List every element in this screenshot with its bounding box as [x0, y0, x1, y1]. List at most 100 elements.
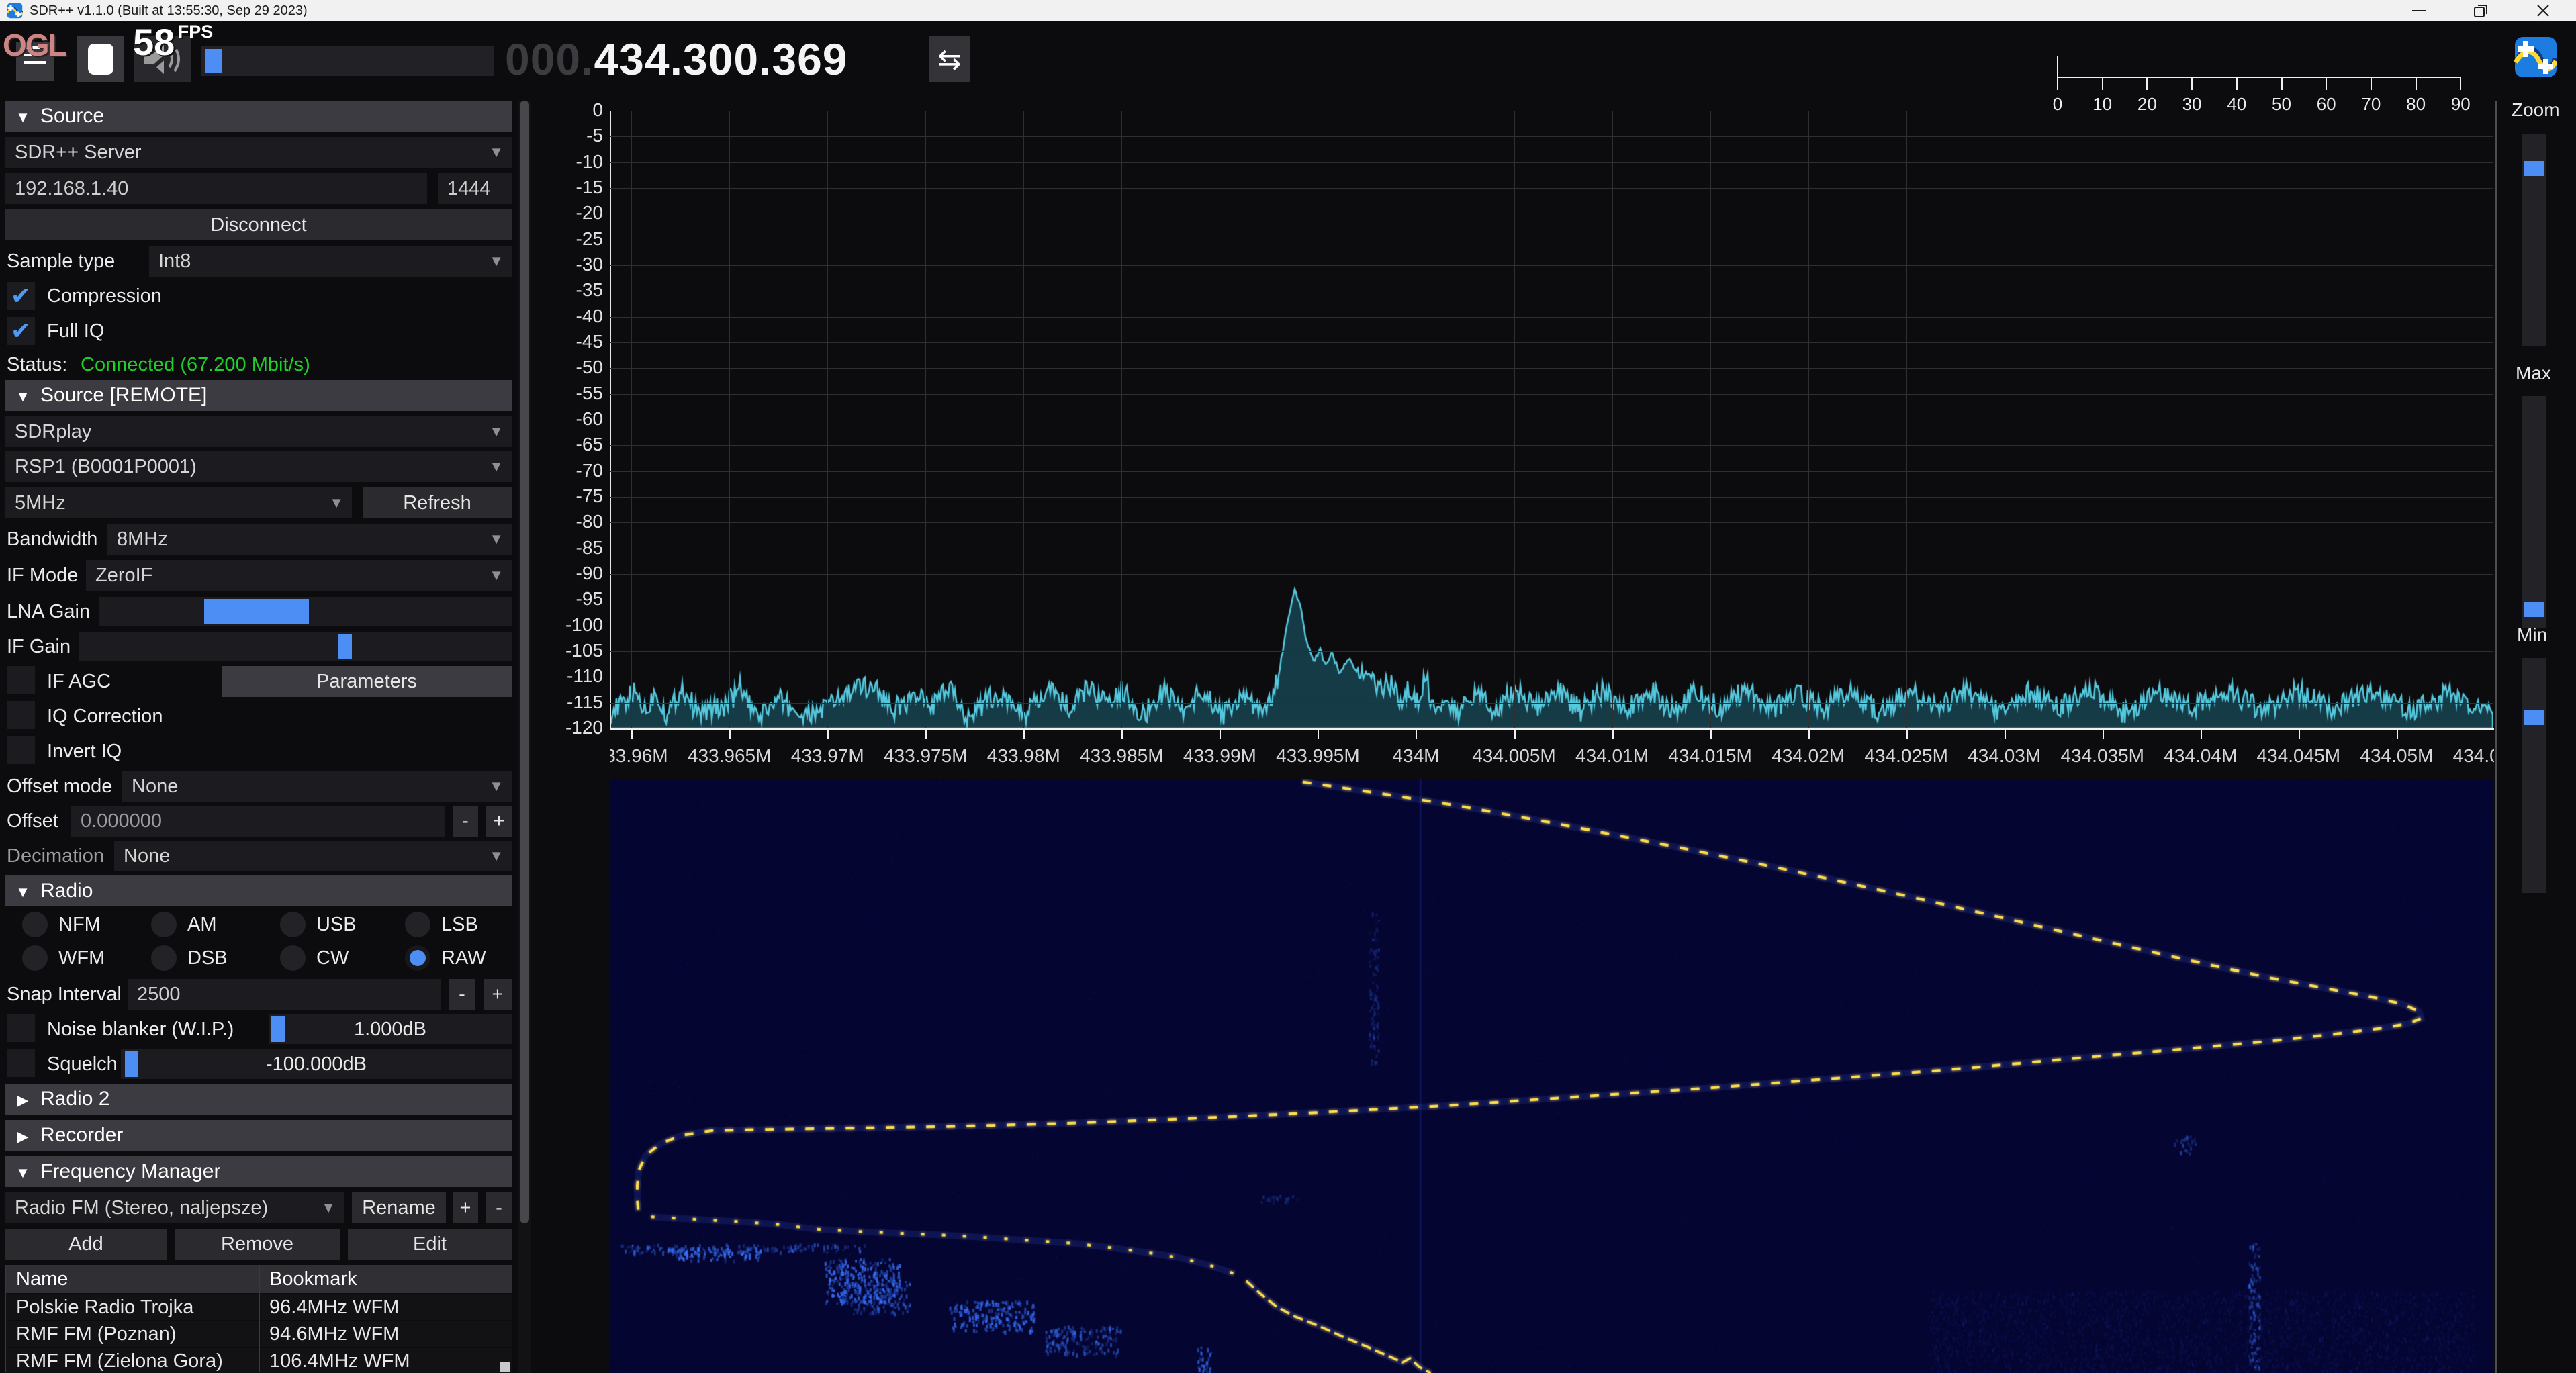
- max-slider-handle[interactable]: [2524, 602, 2544, 617]
- remove-list-button[interactable]: -: [486, 1192, 512, 1223]
- fft-x-tick-label: 434.04M: [2147, 745, 2254, 767]
- sidebar-scrollbar-thumb[interactable]: [520, 101, 529, 1223]
- snr-tick: [2460, 77, 2461, 90]
- sidebar-scrollbar[interactable]: [518, 101, 531, 1373]
- rename-list-button[interactable]: Rename: [352, 1192, 446, 1223]
- panel-header-radio2[interactable]: ▶Radio 2: [5, 1084, 512, 1115]
- squelch-checkbox[interactable]: [7, 1049, 35, 1077]
- host-input[interactable]: 192.168.1.40: [5, 173, 427, 204]
- source-type-dropdown[interactable]: SDR++ Server▼: [5, 137, 512, 168]
- squelch-value: -100.000dB: [121, 1049, 512, 1079]
- collapsed-triangle-icon: ▶: [5, 1085, 40, 1116]
- fft-y-tick-label: -20: [545, 202, 603, 224]
- bookmark-frequency: 106.4MHz WFM: [259, 1348, 522, 1373]
- snap-decrement-button[interactable]: -: [449, 979, 475, 1010]
- column-header[interactable]: Bookmark: [259, 1265, 522, 1293]
- bandwidth-dropdown[interactable]: 8MHz▼: [107, 524, 512, 555]
- panel-header-source-remote[interactable]: ▼Source [REMOTE]: [5, 380, 512, 411]
- decimation-dropdown[interactable]: None▼: [114, 841, 512, 871]
- main-view-divider[interactable]: [2495, 101, 2497, 1373]
- sample-type-dropdown[interactable]: Int8▼: [149, 246, 512, 277]
- zoom-slider[interactable]: [2522, 134, 2546, 346]
- max-slider[interactable]: [2522, 396, 2546, 628]
- offset-input[interactable]: 0.000000: [71, 806, 445, 837]
- status-value: Connected (67.200 Mbit/s): [81, 349, 310, 380]
- squelch-slider[interactable]: -100.000dB: [121, 1049, 512, 1079]
- snr-tick: [2416, 77, 2417, 90]
- fft-gridline-v: [1710, 111, 1711, 728]
- zoom-slider-handle[interactable]: [2524, 161, 2544, 176]
- collapse-triangle-icon: ▼: [5, 877, 40, 908]
- stop-button[interactable]: [77, 36, 124, 82]
- volume-slider[interactable]: [201, 46, 494, 76]
- if-gain-slider-handle[interactable]: [338, 634, 352, 659]
- if-mode-dropdown[interactable]: ZeroIF▼: [86, 560, 512, 591]
- panel-header-recorder[interactable]: ▶Recorder: [5, 1120, 512, 1151]
- fft-gridline-h: [610, 703, 2493, 704]
- fps-value: 58: [133, 21, 175, 63]
- mode-radio-usb[interactable]: [280, 912, 306, 937]
- fft-y-tick-label: -50: [545, 357, 603, 378]
- samplerate-dropdown[interactable]: 5MHz▼: [5, 487, 352, 518]
- disconnect-button[interactable]: Disconnect: [5, 209, 512, 240]
- compression-checkbox[interactable]: ✔: [7, 282, 35, 310]
- refresh-button[interactable]: Refresh: [363, 487, 512, 518]
- noise-blanker-checkbox[interactable]: [7, 1014, 35, 1042]
- snap-interval-input[interactable]: 2500: [128, 979, 441, 1010]
- if-gain-slider[interactable]: [79, 632, 512, 661]
- if-agc-checkbox[interactable]: [7, 666, 35, 694]
- close-button[interactable]: [2528, 0, 2559, 21]
- mode-radio-raw[interactable]: [405, 945, 430, 971]
- add-list-button[interactable]: +: [453, 1192, 478, 1223]
- lna-gain-slider[interactable]: [99, 597, 512, 626]
- offset-decrement-button[interactable]: -: [453, 806, 478, 837]
- fft-x-tick: [1710, 728, 1712, 739]
- port-input[interactable]: 1444: [438, 173, 512, 204]
- fps-unit: FPS: [178, 21, 214, 42]
- fft-y-tick-label: -60: [545, 408, 603, 430]
- bookmark-list-dropdown[interactable]: Radio FM (Stereo, naljepsze)▼: [5, 1192, 344, 1223]
- offset-value: 0.000000: [81, 810, 162, 832]
- vfo-swap-button[interactable]: ⇆: [929, 36, 970, 82]
- panel-header-radio[interactable]: ▼Radio: [5, 875, 512, 906]
- min-slider-handle[interactable]: [2524, 710, 2544, 725]
- fft-y-tick-label: -5: [545, 125, 603, 146]
- iq-correction-checkbox[interactable]: [7, 701, 35, 729]
- restore-button[interactable]: [2465, 0, 2496, 21]
- mode-radio-lsb[interactable]: [405, 912, 430, 937]
- fft-x-tick-label: 434.02M: [1755, 745, 1862, 767]
- fft-gridline-h: [610, 394, 2493, 395]
- bookmark-name: RMF FM (Zielona Gora): [5, 1348, 269, 1373]
- frequency-display[interactable]: 000.434.300.369: [505, 35, 848, 83]
- full-iq-checkbox[interactable]: ✔: [7, 317, 35, 345]
- mode-radio-nfm[interactable]: [22, 912, 48, 937]
- mode-radio-cw[interactable]: [280, 945, 306, 971]
- snap-increment-button[interactable]: +: [484, 979, 512, 1010]
- mode-radio-wfm[interactable]: [22, 945, 48, 971]
- add-bookmark-button[interactable]: Add: [5, 1229, 167, 1260]
- offset-increment-button[interactable]: +: [486, 806, 512, 837]
- fft-x-tick: [2005, 728, 2006, 739]
- mode-radio-dsb[interactable]: [151, 945, 177, 971]
- device-dropdown[interactable]: RSP1 (B0001P0001)▼: [5, 451, 512, 482]
- table-column-divider[interactable]: [259, 1265, 260, 1372]
- panel-header-source[interactable]: ▼Source: [5, 101, 512, 132]
- min-slider[interactable]: [2522, 658, 2546, 893]
- column-header[interactable]: Name: [5, 1265, 269, 1293]
- minimize-button[interactable]: [2403, 0, 2434, 21]
- fft-x-tick: [729, 728, 731, 739]
- lna-gain-slider-handle[interactable]: [204, 599, 309, 624]
- mode-radio-am[interactable]: [151, 912, 177, 937]
- invert-iq-checkbox[interactable]: [7, 736, 35, 764]
- table-scrollbar-thumb[interactable]: [500, 1362, 510, 1372]
- window-title: SDR++ v1.1.0 (Built at 13:55:30, Sep 29 …: [30, 3, 308, 19]
- panel-header-frequency-manager[interactable]: ▼Frequency Manager: [5, 1156, 512, 1187]
- edit-bookmark-button[interactable]: Edit: [348, 1229, 512, 1260]
- bookmark-frequency: 94.6MHz WFM: [259, 1321, 522, 1347]
- driver-dropdown[interactable]: SDRplay▼: [5, 416, 512, 447]
- remove-bookmark-button[interactable]: Remove: [175, 1229, 340, 1260]
- parameters-button[interactable]: Parameters: [222, 666, 512, 697]
- waterfall-canvas[interactable]: [610, 779, 2493, 1373]
- offset-mode-dropdown[interactable]: None▼: [122, 771, 512, 802]
- noise-blanker-slider[interactable]: 1.000dB: [269, 1014, 512, 1044]
